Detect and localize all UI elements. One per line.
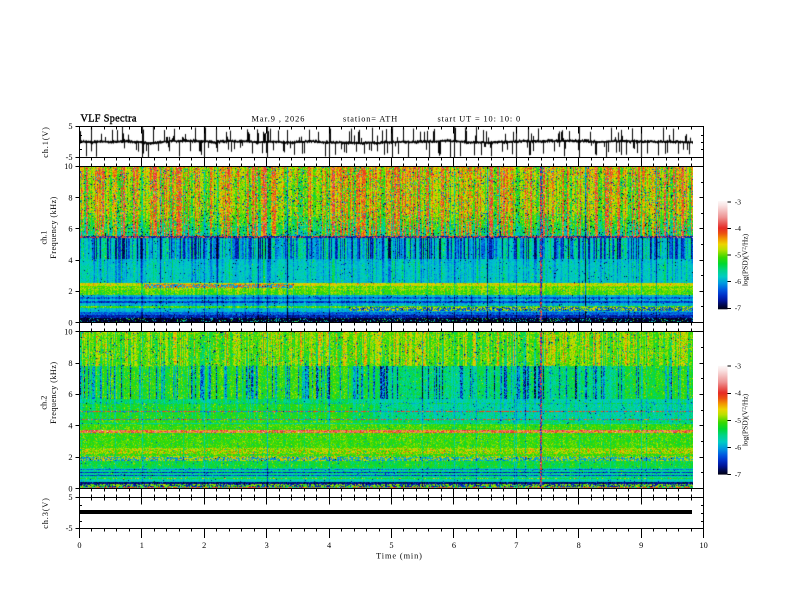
svg-text:0: 0 <box>68 484 72 493</box>
svg-text:3: 3 <box>265 541 269 550</box>
svg-text:log(PSD)(V2/Hz): log(PSD)(V2/Hz) <box>741 233 750 286</box>
svg-text:6: 6 <box>68 390 72 399</box>
svg-text:station= ATH: station= ATH <box>343 115 398 124</box>
svg-text:9: 9 <box>639 541 643 550</box>
svg-text:8: 8 <box>68 359 72 368</box>
svg-text:-5: -5 <box>66 153 73 162</box>
svg-text:-3: -3 <box>735 362 741 371</box>
svg-text:0: 0 <box>77 541 81 550</box>
svg-text:8: 8 <box>68 193 72 202</box>
svg-text:VLF Spectra: VLF Spectra <box>81 113 137 124</box>
svg-text:ch.1(V): ch.1(V) <box>41 126 50 158</box>
svg-text:5: 5 <box>389 541 393 550</box>
svg-text:Mar.9 , 2026: Mar.9 , 2026 <box>252 115 306 124</box>
svg-text:1: 1 <box>140 541 144 550</box>
svg-text:-3: -3 <box>735 197 741 206</box>
svg-text:-5: -5 <box>66 524 73 533</box>
svg-text:ch.2: ch.2 <box>40 396 49 410</box>
svg-text:2: 2 <box>68 287 72 296</box>
svg-text:-4: -4 <box>735 224 741 233</box>
svg-text:log(PSD)(V2/Hz): log(PSD)(V2/Hz) <box>741 393 750 446</box>
svg-text:-7: -7 <box>735 304 741 313</box>
svg-text:10: 10 <box>64 328 72 337</box>
svg-text:2: 2 <box>202 541 206 550</box>
svg-text:4: 4 <box>327 541 332 550</box>
svg-text:4: 4 <box>68 256 73 265</box>
svg-text:10: 10 <box>699 541 707 550</box>
svg-text:7: 7 <box>514 541 518 550</box>
svg-text:6: 6 <box>68 225 72 234</box>
svg-text:10: 10 <box>64 162 72 171</box>
svg-text:-7: -7 <box>735 470 741 479</box>
svg-text:ch.1: ch.1 <box>40 230 49 244</box>
svg-text:ch.3(V): ch.3(V) <box>41 497 50 529</box>
svg-text:Frequency (kHz): Frequency (kHz) <box>49 196 58 258</box>
svg-text:6: 6 <box>452 541 456 550</box>
svg-text:2: 2 <box>68 453 72 462</box>
svg-text:8: 8 <box>577 541 581 550</box>
svg-text:start UT = 10: 10: 0: start UT = 10: 10: 0 <box>438 115 522 124</box>
svg-text:0: 0 <box>68 318 72 327</box>
svg-text:4: 4 <box>68 422 73 431</box>
svg-text:5: 5 <box>68 122 72 131</box>
svg-text:Frequency (kHz): Frequency (kHz) <box>49 361 58 423</box>
svg-text:5: 5 <box>68 493 72 502</box>
svg-text:Time (min): Time (min) <box>376 552 423 561</box>
